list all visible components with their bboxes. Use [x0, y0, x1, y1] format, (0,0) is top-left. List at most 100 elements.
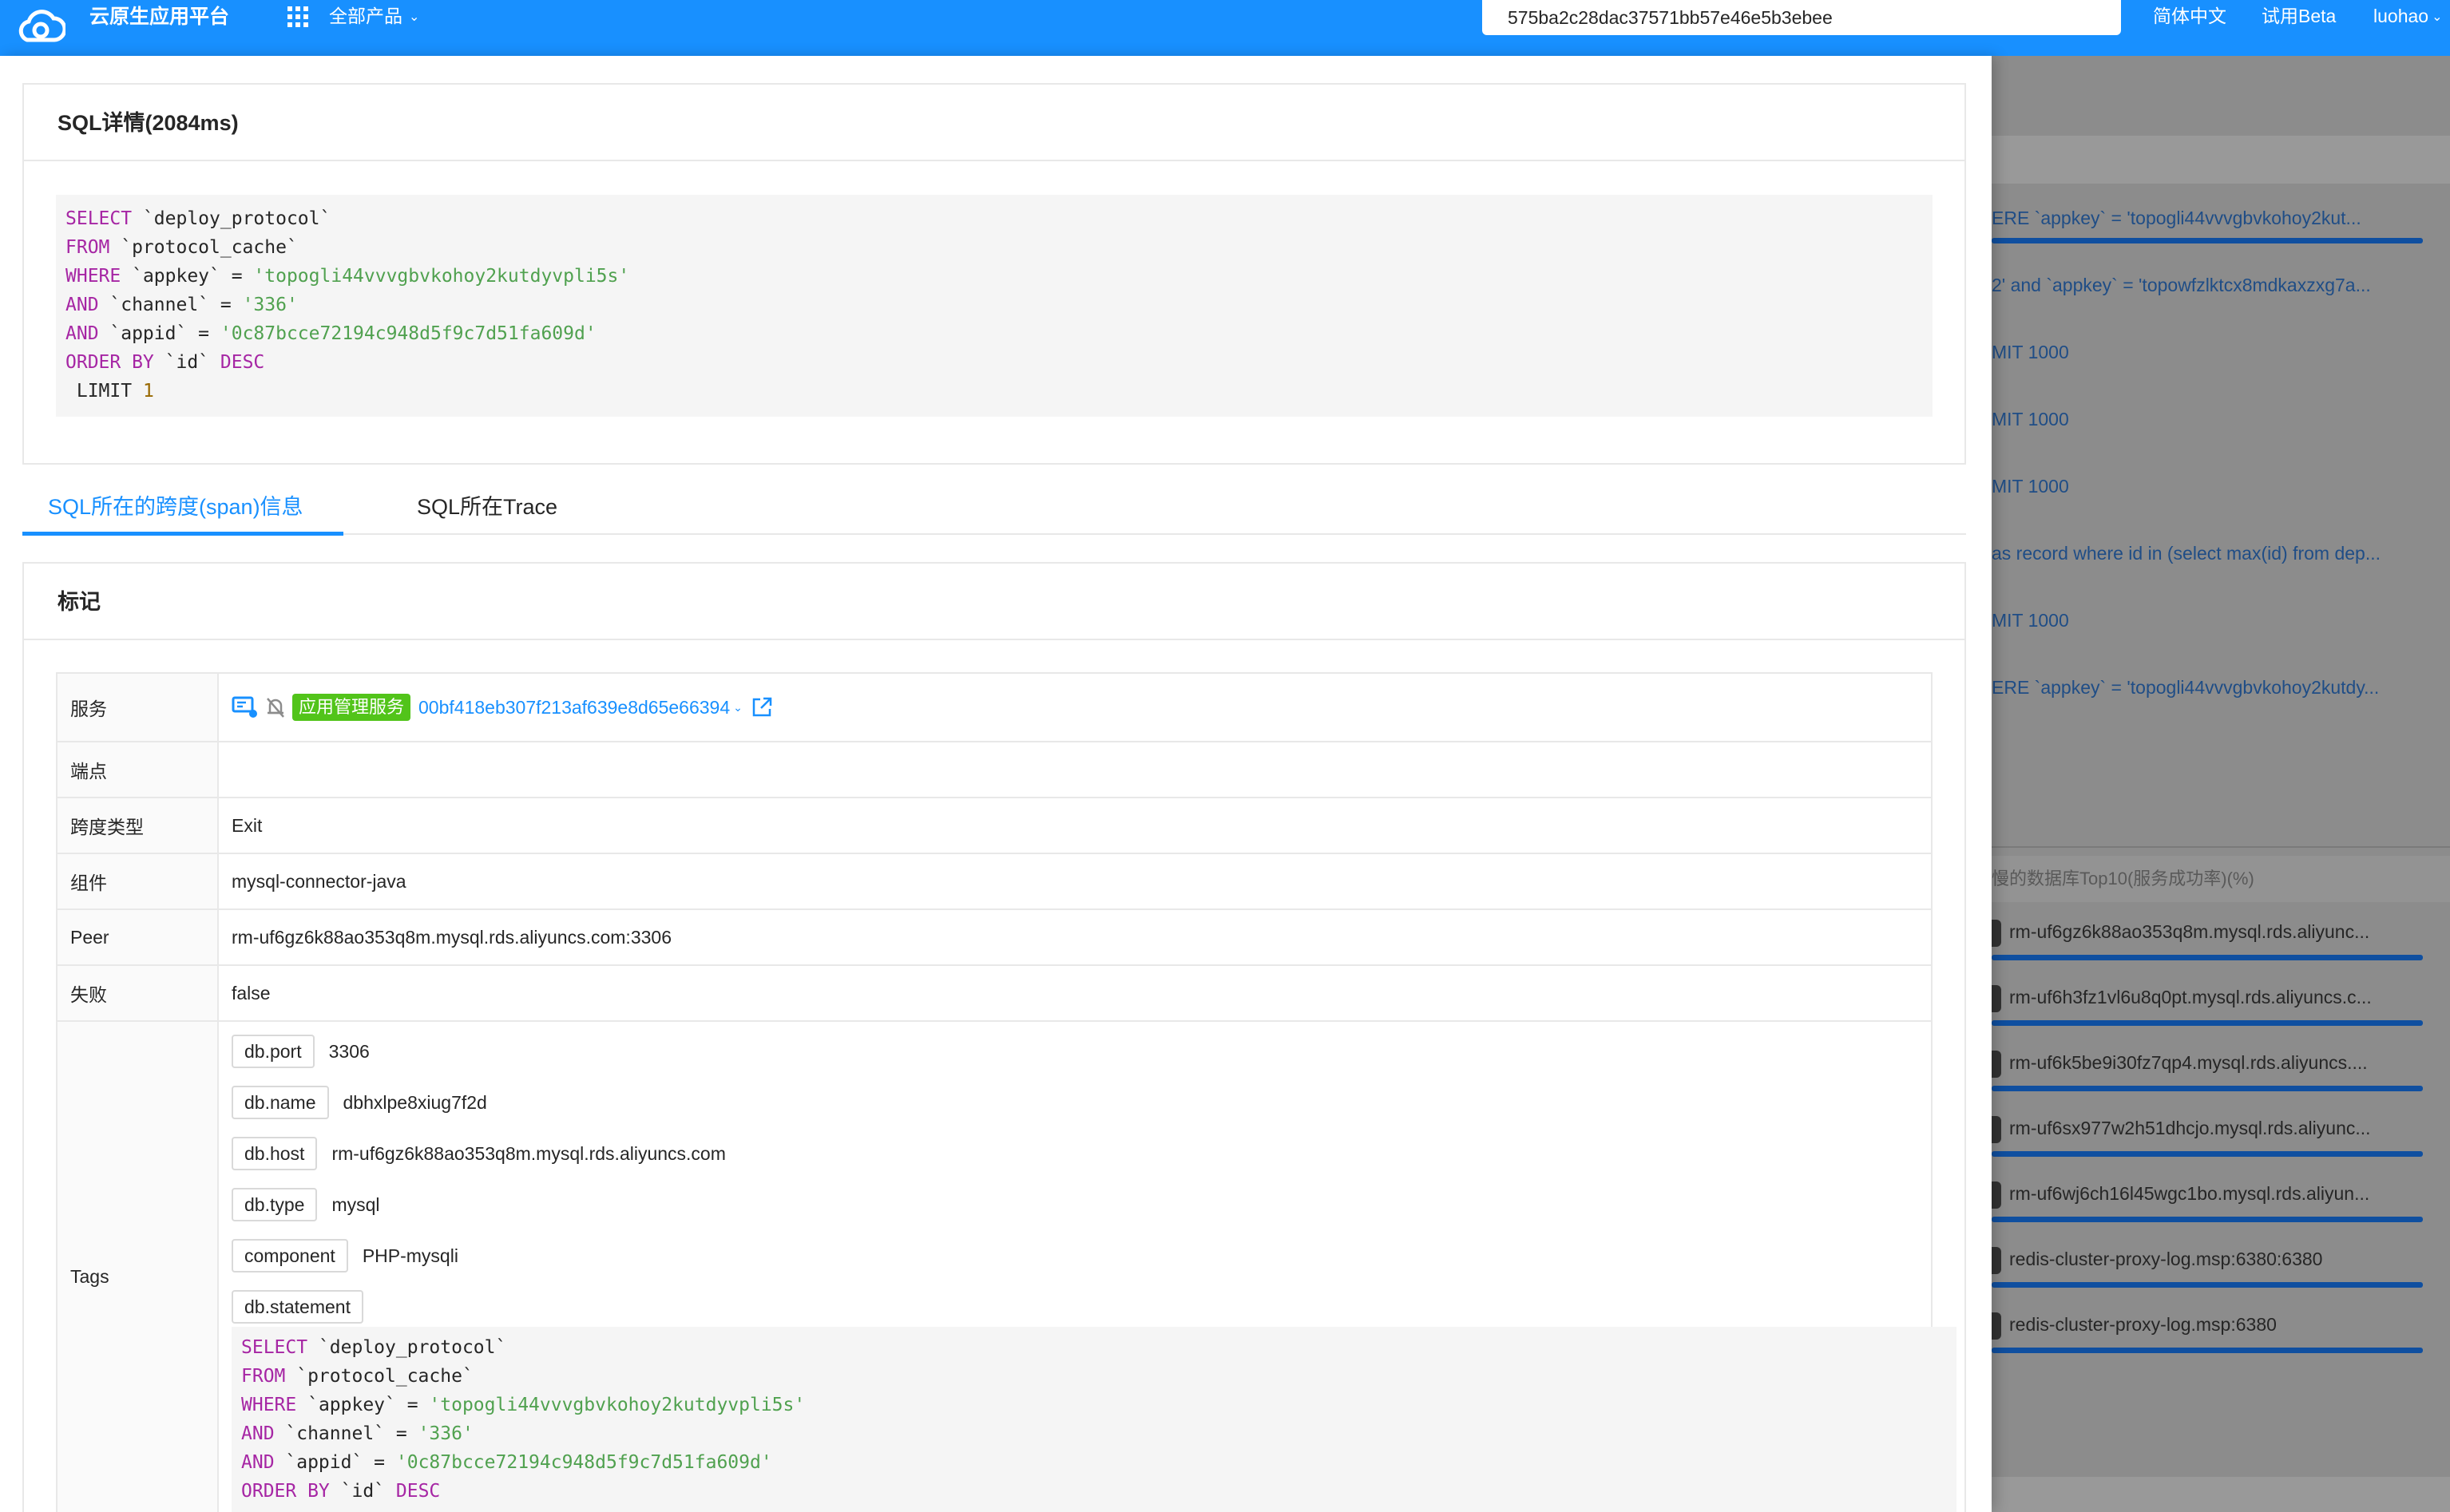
peer-value: rm-uf6gz6k88ao353q8m.mysql.rds.aliyuncs.… — [232, 926, 672, 948]
app-title[interactable]: 云原生应用平台 — [89, 0, 229, 34]
background-progress-bar — [1992, 1020, 2423, 1026]
background-progress-bar — [1992, 1348, 2423, 1353]
tag-row: db.name dbhxlpe8xiug7f2d — [232, 1086, 487, 1119]
muted-bell-icon[interactable] — [264, 695, 287, 719]
service-type-tag: 应用管理服务 — [292, 694, 411, 721]
failed-value: false — [232, 982, 271, 1003]
background-sql-link: 2' and `appkey` = 'topowfzlktcx8mdkaxzxg… — [1992, 275, 2371, 295]
tag-key: db.name — [232, 1086, 329, 1119]
top-bar: 云原生应用平台 全部产品⌄ 简体中文 试用Beta luohao⌄ — [0, 0, 2450, 56]
background-sql-link: ERE `appkey` = 'topogli44vvvgbvkohoy2kut… — [1992, 677, 2380, 698]
tag-key: db.port — [232, 1035, 315, 1068]
user-name: luohao — [2373, 6, 2429, 26]
service-id-link[interactable]: 00bf418eb307f213af639e8d65e66394 — [418, 697, 730, 718]
active-tab-indicator — [22, 532, 343, 536]
code-token: `protocol_cache` — [109, 237, 298, 258]
try-beta-link[interactable]: 试用Beta — [2262, 0, 2336, 32]
tab-trace[interactable]: SQL所在Trace — [417, 479, 557, 535]
table-row: Peer rm-uf6gz6k88ao353q8m.mysql.rds.aliy… — [57, 910, 1931, 966]
tag-value: dbhxlpe8xiug7f2d — [343, 1091, 487, 1113]
trace-search-input[interactable] — [1482, 0, 2121, 35]
code-token: ORDER BY — [65, 352, 154, 373]
code-token: ORDER BY — [241, 1481, 330, 1502]
tag-row: db.port 3306 — [232, 1035, 370, 1068]
tag-key: db.type — [232, 1188, 318, 1221]
table-row: Tags db.port 3306 db.name dbhxlpe8xiug7f2d d… — [57, 1022, 1956, 1512]
background-sql-link: MIT 1000 — [1992, 409, 2069, 429]
tags-value: db.port 3306 db.name dbhxlpe8xiug7f2d db.hos… — [219, 1022, 1956, 1512]
cloud-logo-icon[interactable] — [16, 5, 65, 49]
background-table-header — [1992, 136, 2450, 184]
background-progress-bar — [1992, 1217, 2423, 1222]
code-line: AND `channel` = '336' — [65, 291, 1923, 319]
background-db-marker — [1992, 920, 2001, 947]
code-token: DESC — [220, 352, 265, 373]
background-db-item: rm-uf6gz6k88ao353q8m.mysql.rds.aliyunc..… — [2009, 921, 2370, 942]
code-token: `channel` = — [98, 295, 243, 315]
table-row: 端点 — [57, 742, 1931, 798]
background-chart-title: 慢的数据库Top10(服务成功率)(%) — [1992, 856, 2450, 902]
code-line: WHERE `appkey` = 'topogli44vvvgbvkohoy2k… — [65, 262, 1923, 291]
span-type-value: Exit — [232, 814, 263, 836]
tag-value: 3306 — [328, 1040, 370, 1062]
code-line: AND `channel` = '336' — [241, 1419, 1947, 1448]
user-menu[interactable]: luohao ⌄ — [2373, 0, 2442, 34]
code-token: WHERE — [65, 266, 121, 287]
sql-detail-card: SQL详情(2084ms) SELECT `deploy_protocol` FR… — [22, 83, 1966, 465]
background-sql-link: MIT 1000 — [1992, 342, 2069, 362]
tag-row: db.statement — [232, 1290, 363, 1324]
tag-key: db.statement — [232, 1290, 363, 1324]
background-db-item: redis-cluster-proxy-log.msp:6380:6380 — [2009, 1249, 2323, 1269]
language-switch[interactable]: 简体中文 — [2153, 0, 2226, 32]
span-type-label: 跨度类型 — [57, 798, 219, 853]
grid-icon[interactable] — [287, 6, 308, 27]
code-line: AND `appid` = '0c87bcce72194c948d5f9c7d5… — [241, 1448, 1947, 1477]
code-token: 'topogli44vvvgbvkohoy2kutdyvpli5s' — [429, 1395, 806, 1415]
code-line: SELECT `deploy_protocol` — [65, 204, 1923, 233]
code-token: `appid` = — [274, 1452, 396, 1473]
background-db-marker — [1992, 1247, 2001, 1274]
tag-row: db.type mysql — [232, 1188, 380, 1221]
code-line: ORDER BY `id` DESC — [241, 1477, 1947, 1506]
tag-value: mysql — [331, 1193, 380, 1215]
code-token: `id` — [153, 352, 220, 373]
code-line: SELECT `deploy_protocol` — [241, 1333, 1947, 1362]
background-db-marker — [1992, 985, 2001, 1012]
background-page-overlay[interactable]: ERE `appkey` = 'topogli44vvvgbvkohoy2kut… — [1992, 56, 2450, 1512]
code-line: WHERE `appkey` = 'topogli44vvvgbvkohoy2k… — [241, 1391, 1947, 1419]
chevron-down-icon[interactable]: ⌄ — [733, 701, 743, 714]
failed-label: 失败 — [57, 966, 219, 1020]
background-db-marker — [1992, 1312, 2001, 1340]
background-db-marker — [1992, 1051, 2001, 1078]
code-token: `id` — [329, 1481, 396, 1502]
background-sql-link: MIT 1000 — [1992, 476, 2069, 497]
tag-key: component — [232, 1239, 348, 1273]
background-db-item: rm-uf6sx977w2h51dhcjo.mysql.rds.aliyunc.… — [2009, 1118, 2371, 1138]
background-footer — [1992, 1477, 2450, 1512]
tag-value: rm-uf6gz6k88ao353q8m.mysql.rds.aliyuncs.… — [331, 1142, 726, 1164]
code-token: SELECT — [65, 208, 133, 229]
background-progress-bar — [1992, 1282, 2423, 1288]
component-value: mysql-connector-java — [232, 870, 406, 892]
background-sql-link: MIT 1000 — [1992, 610, 2069, 631]
code-token: WHERE — [241, 1395, 297, 1415]
background-divider — [1992, 846, 2450, 848]
table-row: 跨度类型 Exit — [57, 798, 1931, 854]
code-token: `protocol_cache` — [285, 1366, 474, 1387]
all-products-label: 全部产品 — [329, 6, 402, 26]
tag-row: component PHP-mysqli — [232, 1239, 458, 1273]
tab-span-info[interactable]: SQL所在的跨度(span)信息 — [48, 479, 303, 535]
all-products-menu[interactable]: 全部产品 ⌄ — [329, 0, 419, 34]
background-db-item: rm-uf6h3fz1vl6u8q0pt.mysql.rds.aliyuncs.… — [2009, 987, 2372, 1007]
code-token: `appid` = — [98, 323, 220, 344]
background-sql-link: as record where id in (select max(id) fr… — [1992, 543, 2381, 564]
tag-row: db.host rm-uf6gz6k88ao353q8m.mysql.rds.al… — [232, 1137, 726, 1170]
code-line: FROM `protocol_cache` — [241, 1362, 1947, 1391]
code-line: FROM `protocol_cache` — [65, 233, 1923, 262]
code-line: AND `appid` = '0c87bcce72194c948d5f9c7d5… — [65, 319, 1923, 348]
code-token: '0c87bcce72194c948d5f9c7d51fa609d' — [220, 323, 597, 344]
service-monitor-icon — [232, 696, 257, 718]
code-token: `channel` = — [274, 1423, 418, 1444]
code-token: '336' — [242, 295, 298, 315]
external-link-icon[interactable] — [751, 696, 773, 718]
